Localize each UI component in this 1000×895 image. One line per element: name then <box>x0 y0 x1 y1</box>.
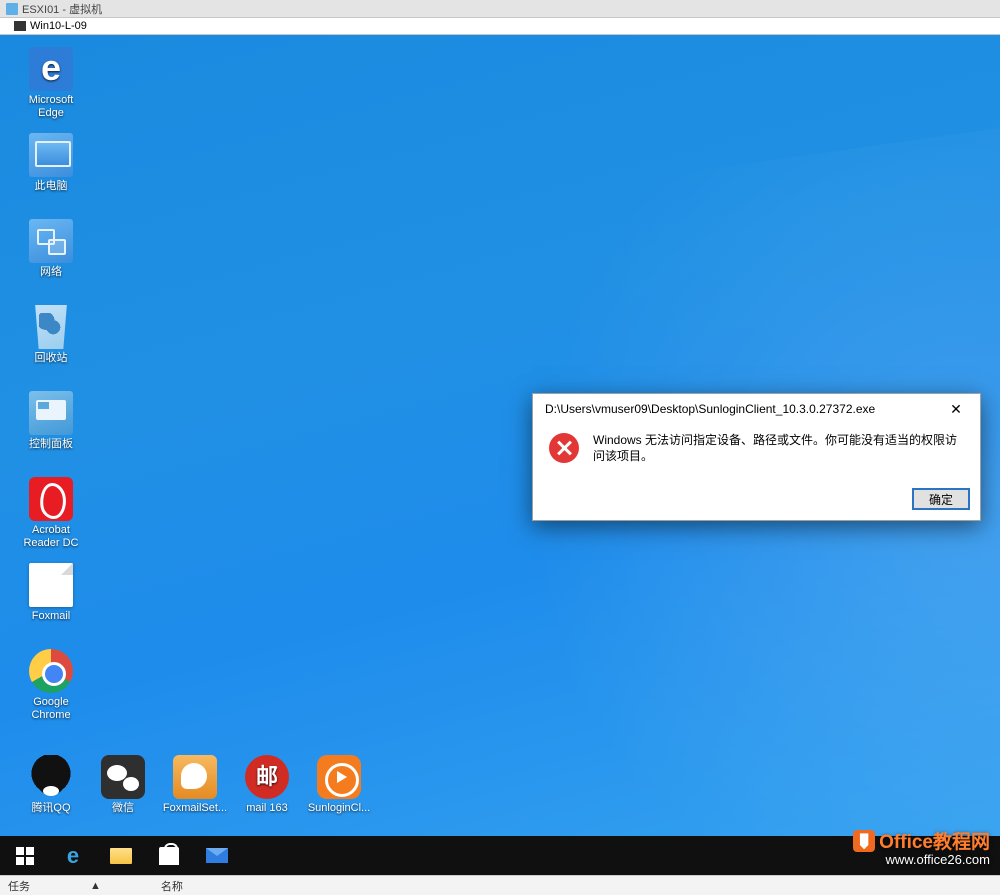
desktop-icon-chrome[interactable]: GoogleChrome <box>14 649 88 722</box>
watermark-logo-icon <box>853 830 875 852</box>
icon-label: 网络 <box>14 266 88 279</box>
chrome-icon <box>29 649 73 693</box>
dialog-titlebar[interactable]: D:\Users\vmuser09\Desktop\SunloginClient… <box>533 394 980 424</box>
sunlogin-icon <box>317 755 361 799</box>
dialog-title: D:\Users\vmuser09\Desktop\SunloginClient… <box>545 402 936 416</box>
desktop-icon-control-panel[interactable]: 控制面板 <box>14 391 88 451</box>
desktop-icon-wechat[interactable]: 微信 <box>86 755 160 815</box>
windows-icon <box>16 847 34 865</box>
vm-title: ESXI01 - 虚拟机 <box>22 1 102 17</box>
icon-label: Foxmail <box>14 610 88 623</box>
status-bar: 任务 ▲ 名称 <box>0 875 1000 895</box>
watermark-title: Office教程网 <box>879 832 990 853</box>
taskbar-explorer[interactable] <box>98 836 144 875</box>
desktop-icon-recycle-bin[interactable]: 回收站 <box>14 305 88 365</box>
desktop-icon-edge[interactable]: MicrosoftEdge <box>14 47 88 120</box>
start-button[interactable] <box>2 836 48 875</box>
vm-tab-label: Win10-L-09 <box>30 20 87 32</box>
desktop-icon-qq[interactable]: 腾讯QQ <box>14 755 88 815</box>
icon-label: MicrosoftEdge <box>14 94 88 120</box>
dialog-body: Windows 无法访问指定设备、路径或文件。你可能没有适当的权限访问该项目。 <box>533 424 980 482</box>
icon-label: GoogleChrome <box>14 696 88 722</box>
control-panel-icon <box>29 391 73 435</box>
console-icon <box>14 21 26 31</box>
taskbar-store[interactable] <box>146 836 192 875</box>
desktop-icon-fmsetup[interactable]: FoxmailSet... <box>158 755 232 815</box>
icon-label: FoxmailSet... <box>158 802 232 815</box>
wechat-icon <box>101 755 145 799</box>
vm-titlebar: ESXI01 - 虚拟机 <box>0 0 1000 18</box>
recycle-bin-icon <box>29 305 73 349</box>
taskbar-edge[interactable]: e <box>50 836 96 875</box>
acrobat-icon <box>29 477 73 521</box>
icon-label: 微信 <box>86 802 160 815</box>
taskbar-mail[interactable] <box>194 836 240 875</box>
dialog-message: Windows 无法访问指定设备、路径或文件。你可能没有适当的权限访问该项目。 <box>593 432 964 464</box>
desktop-icon-network[interactable]: 网络 <box>14 219 88 279</box>
foxmail-icon <box>29 563 73 607</box>
folder-icon <box>110 848 132 864</box>
icon-label: mail 163 <box>230 802 304 815</box>
taskbar: e <box>0 836 1000 875</box>
desktop-icon-this-pc[interactable]: 此电脑 <box>14 133 88 193</box>
vm-tabbar: Win10-L-09 <box>0 18 1000 35</box>
store-icon <box>159 847 179 865</box>
icon-label: 此电脑 <box>14 180 88 193</box>
mail163-icon <box>245 755 289 799</box>
edge-icon <box>29 47 73 91</box>
watermark: Office教程网 www.office26.com <box>853 830 990 867</box>
network-icon <box>29 219 73 263</box>
watermark-url: www.office26.com <box>853 853 990 867</box>
vm-host-icon <box>6 3 18 15</box>
qq-icon <box>29 755 73 799</box>
icon-label: 回收站 <box>14 352 88 365</box>
vm-tab[interactable]: Win10-L-09 <box>14 20 87 32</box>
edge-icon: e <box>67 843 79 869</box>
close-icon[interactable]: ✕ <box>936 395 976 423</box>
desktop-icon-acrobat[interactable]: AcrobatReader DC <box>14 477 88 550</box>
desktop-icon-foxmail[interactable]: Foxmail <box>14 563 88 623</box>
status-b: 名称 <box>161 878 183 894</box>
guest-desktop[interactable]: MicrosoftEdge 此电脑网络回收站控制面板 AcrobatReader D… <box>0 35 1000 895</box>
icon-label: 控制面板 <box>14 438 88 451</box>
vm-window: ESXI01 - 虚拟机 Win10-L-09 MicrosoftEdge 此电脑… <box>0 0 1000 895</box>
error-icon <box>549 433 579 463</box>
desktop-icon-sunlogin[interactable]: SunloginCl... <box>302 755 376 815</box>
fmsetup-icon <box>173 755 217 799</box>
dialog-footer: 确定 <box>533 482 980 520</box>
desktop-icon-mail163[interactable]: mail 163 <box>230 755 304 815</box>
status-a: 任务 <box>8 878 30 894</box>
icon-label: 腾讯QQ <box>14 802 88 815</box>
mail-icon <box>206 848 228 863</box>
icon-label: SunloginCl... <box>302 802 376 815</box>
error-dialog: D:\Users\vmuser09\Desktop\SunloginClient… <box>532 393 981 521</box>
ok-button[interactable]: 确定 <box>912 488 970 510</box>
icon-label: AcrobatReader DC <box>14 524 88 550</box>
this-pc-icon <box>29 133 73 177</box>
